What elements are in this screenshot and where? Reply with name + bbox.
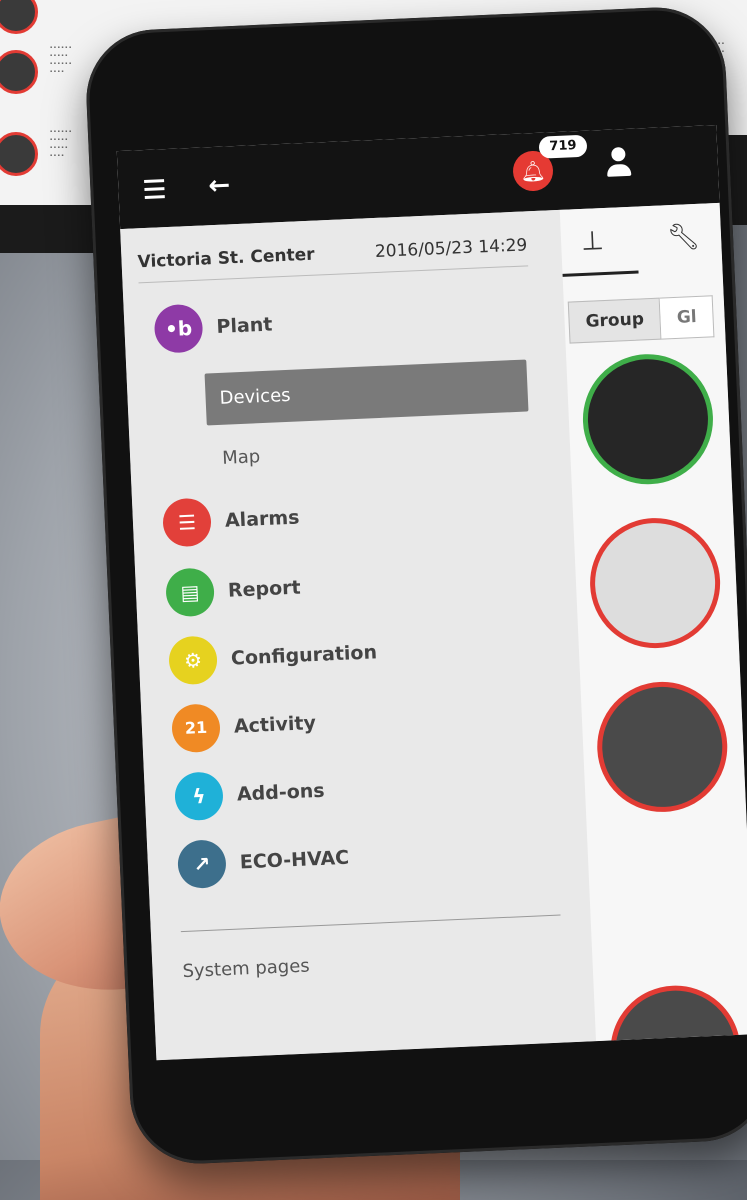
nav-item-label: Report xyxy=(227,576,302,602)
gears-icon: ⚙ xyxy=(168,635,219,686)
device-thumbnail[interactable] xyxy=(587,515,723,651)
arrow-left-icon[interactable]: ← xyxy=(208,170,231,201)
nav-subitem-map[interactable]: Map xyxy=(207,419,531,485)
smartphone: ← 🔔︎ 719 Victoria St. Center 2016/05/23 … xyxy=(83,4,747,1167)
active-tab-indicator xyxy=(562,270,639,277)
segment-global[interactable]: Gl xyxy=(659,295,715,340)
nav-item-label: Add-ons xyxy=(236,779,326,806)
side-navigation: Victoria St. Center 2016/05/23 14:29 •b … xyxy=(120,209,597,1061)
device-thumbnail[interactable] xyxy=(594,679,731,815)
nav-item-eco-hvac[interactable]: ↗ ECO-HVAC xyxy=(176,834,350,890)
site-datetime: 2016/05/23 14:29 xyxy=(374,235,528,262)
report-icon: ▤ xyxy=(165,567,216,618)
app-screen: ← 🔔︎ 719 Victoria St. Center 2016/05/23 … xyxy=(116,124,747,1061)
chart-trend-icon: ↗ xyxy=(176,839,227,890)
nav-item-label: Configuration xyxy=(230,641,378,670)
background-text-snippet: ▪ ▪ ▪ ▪ ▪ ▪ ▪ ▪ ▪ ▪ ▪ ▪ ▪ ▪ ▪ ▪ ▪ ▪ ▪ ▪ … xyxy=(50,45,72,75)
calendar-icon: 21 xyxy=(170,703,222,754)
pane-tabs: ⊥ 🔧︎ xyxy=(560,203,723,282)
background-text-snippet: ▪ ▪ ▪ ▪ ▪ ▪ ▪ ▪ ▪ ▪ ▪ ▪ ▪ ▪ ▪ ▪ ▪ ▪ ▪ ▪ xyxy=(50,129,72,159)
segment-group[interactable]: Group xyxy=(567,297,662,344)
device-thumbnail xyxy=(0,0,38,34)
nav-item-label: ECO-HVAC xyxy=(239,846,350,874)
nav-item-label: Alarms xyxy=(224,506,300,532)
site-name: Victoria St. Center xyxy=(137,244,315,273)
system-pages-link[interactable]: System pages xyxy=(182,956,310,983)
device-thumbnail[interactable] xyxy=(607,982,744,1061)
lightning-icon: ϟ xyxy=(173,771,224,822)
nav-item-add-ons[interactable]: ϟ Add-ons xyxy=(173,767,326,822)
nav-divider xyxy=(180,914,561,933)
nav-item-plant[interactable]: •b Plant xyxy=(153,301,274,354)
nav-item-label: Plant xyxy=(216,313,273,338)
plant-icon: •b xyxy=(153,303,204,354)
hamburger-menu-icon[interactable] xyxy=(144,179,165,199)
nav-item-alarms[interactable]: ☰ Alarms xyxy=(161,494,300,548)
notification-badge: 719 xyxy=(538,134,588,159)
nav-subitem-devices[interactable]: Devices xyxy=(204,359,529,426)
nav-item-activity[interactable]: 21 Activity xyxy=(170,699,317,754)
nav-item-report[interactable]: ▤ Report xyxy=(165,564,302,618)
user-icon[interactable] xyxy=(605,146,632,182)
site-header: Victoria St. Center 2016/05/23 14:29 xyxy=(137,235,529,284)
nav-item-label: Activity xyxy=(233,712,317,738)
nav-item-configuration[interactable]: ⚙ Configuration xyxy=(168,628,378,686)
device-thumbnail xyxy=(0,132,38,176)
tree-view-icon[interactable]: ⊥ xyxy=(581,226,605,257)
alarms-list-icon: ☰ xyxy=(161,497,213,548)
wrench-icon[interactable]: 🔧︎ xyxy=(666,222,700,253)
device-thumbnail[interactable] xyxy=(580,351,716,488)
device-thumbnail xyxy=(0,50,38,94)
view-segment: Group Gl xyxy=(567,295,715,344)
